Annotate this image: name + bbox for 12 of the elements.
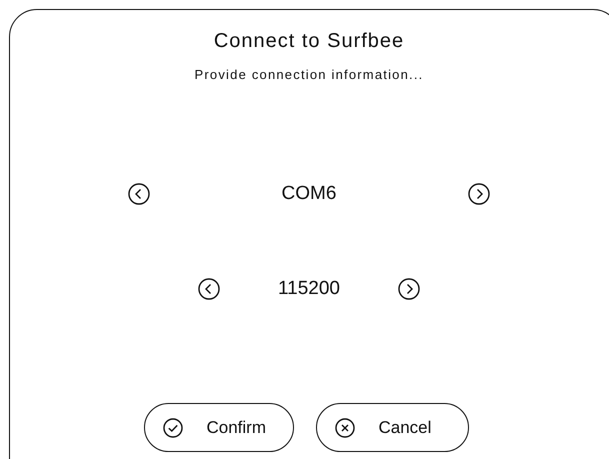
checkmark-icon — [162, 418, 182, 438]
previous-icon[interactable] — [128, 183, 150, 205]
next-icon[interactable] — [468, 183, 490, 205]
cancel-button[interactable]: Cancel — [316, 403, 468, 452]
selector-value: 115200 — [278, 277, 340, 301]
dialog-title: Connect to Surfbee — [214, 29, 404, 54]
selector-value: COM6 — [282, 182, 336, 206]
previous-icon[interactable] — [198, 278, 220, 300]
close-icon — [334, 418, 354, 438]
confirm-button[interactable]: Confirm — [144, 403, 294, 452]
next-icon[interactable] — [398, 278, 420, 300]
dialog-subtitle: Provide connection information... — [194, 67, 424, 83]
